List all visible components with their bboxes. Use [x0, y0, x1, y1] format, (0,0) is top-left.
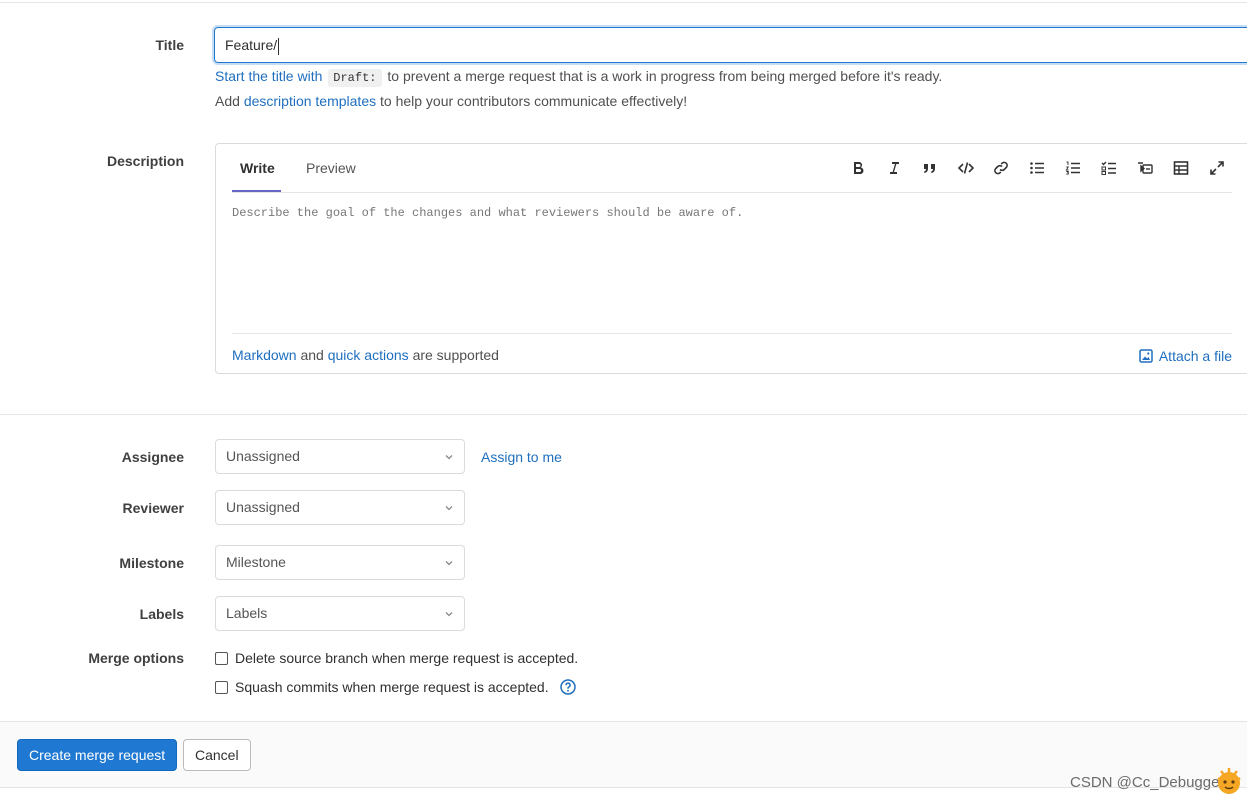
- image-icon: [1139, 349, 1153, 363]
- form-actions: Create merge request Cancel: [0, 721, 1247, 788]
- mascot-icon: [1217, 768, 1241, 794]
- quick-actions-link[interactable]: quick actions: [328, 347, 409, 363]
- attach-file-label: Attach a file: [1158, 348, 1232, 364]
- draft-hint-link[interactable]: Start the title with: [215, 68, 322, 84]
- bulleted-list-icon[interactable]: [1027, 158, 1047, 178]
- squash-commits-checkbox[interactable]: [215, 680, 228, 694]
- description-label: Description: [106, 153, 184, 169]
- templates-hint-pre: Add: [215, 93, 240, 109]
- milestone-value: Milestone: [226, 554, 286, 570]
- attach-file-button[interactable]: Attach a file: [1139, 348, 1232, 364]
- create-merge-request-button[interactable]: Create merge request: [17, 739, 178, 771]
- draft-code: Draft:: [328, 69, 382, 87]
- assign-to-me-link[interactable]: Assign to me: [481, 449, 562, 465]
- top-divider: [0, 2, 1247, 3]
- labels-value: Labels: [226, 605, 268, 621]
- editor-footer: Markdown and quick actions are supported…: [232, 333, 1232, 374]
- templates-hint-post: to help your contributors communicate ef…: [380, 93, 688, 109]
- draft-hint-text: to prevent a merge request that is a wor…: [387, 68, 943, 84]
- assignee-label: Assignee: [121, 449, 184, 465]
- active-tab-indicator: [232, 190, 281, 192]
- and-text: and: [300, 347, 324, 363]
- collapsible-section-icon[interactable]: [1135, 158, 1155, 178]
- cancel-button[interactable]: Cancel: [183, 739, 251, 771]
- chevron-down-icon: [445, 506, 453, 511]
- title-label: Title: [155, 37, 184, 53]
- chevron-down-icon: [445, 561, 453, 566]
- reviewer-label: Reviewer: [122, 500, 184, 516]
- table-icon[interactable]: [1171, 158, 1191, 178]
- numbered-list-icon[interactable]: [1063, 158, 1083, 178]
- task-list-icon[interactable]: [1099, 158, 1119, 178]
- delete-branch-checkbox[interactable]: [215, 651, 228, 665]
- delete-branch-label: Delete source branch when merge request …: [235, 650, 579, 666]
- description-editor: Write Preview Describe the goal of the c…: [215, 143, 1247, 374]
- reviewer-dropdown[interactable]: Unassigned: [215, 490, 465, 525]
- watermark: CSDN @Cc_Debugger: [1070, 774, 1225, 791]
- description-textarea[interactable]: Describe the goal of the changes and wha…: [232, 206, 743, 220]
- supported-text: are supported: [412, 347, 499, 363]
- code-icon[interactable]: [956, 158, 976, 178]
- tab-preview[interactable]: Preview: [306, 160, 356, 176]
- quote-icon[interactable]: [920, 158, 940, 178]
- merge-options-label: Merge options: [88, 650, 184, 666]
- labels-dropdown[interactable]: Labels: [215, 596, 465, 631]
- assignee-value: Unassigned: [226, 448, 300, 464]
- chevron-down-icon: [445, 612, 453, 617]
- templates-hint: Add description templates to help your c…: [215, 93, 687, 109]
- editor-tabs: Write Preview: [232, 144, 1232, 193]
- reviewer-value: Unassigned: [226, 499, 300, 515]
- chevron-down-icon: [445, 455, 453, 460]
- title-input[interactable]: Feature/: [214, 27, 1247, 63]
- assignee-dropdown[interactable]: Unassigned: [215, 439, 465, 474]
- text-caret: [278, 37, 280, 55]
- italic-icon[interactable]: [884, 158, 904, 178]
- fullscreen-icon[interactable]: [1207, 158, 1227, 178]
- tab-write[interactable]: Write: [240, 160, 275, 176]
- markdown-link[interactable]: Markdown: [232, 347, 297, 363]
- squash-commits-label: Squash commits when merge request is acc…: [235, 679, 549, 695]
- description-templates-link[interactable]: description templates: [244, 93, 376, 109]
- delete-branch-option[interactable]: Delete source branch when merge request …: [215, 650, 578, 666]
- title-value: Feature/: [225, 37, 278, 53]
- squash-commits-option[interactable]: Squash commits when merge request is acc…: [215, 679, 576, 695]
- bold-icon[interactable]: [848, 158, 868, 178]
- markdown-help: Markdown and quick actions are supported: [232, 347, 499, 363]
- labels-label: Labels: [139, 606, 184, 622]
- help-icon[interactable]: [559, 679, 576, 695]
- link-icon[interactable]: [991, 158, 1011, 178]
- section-divider: [0, 414, 1247, 415]
- milestone-dropdown[interactable]: Milestone: [215, 545, 465, 580]
- milestone-label: Milestone: [119, 555, 184, 571]
- draft-hint: Start the title with Draft: to prevent a…: [215, 68, 943, 87]
